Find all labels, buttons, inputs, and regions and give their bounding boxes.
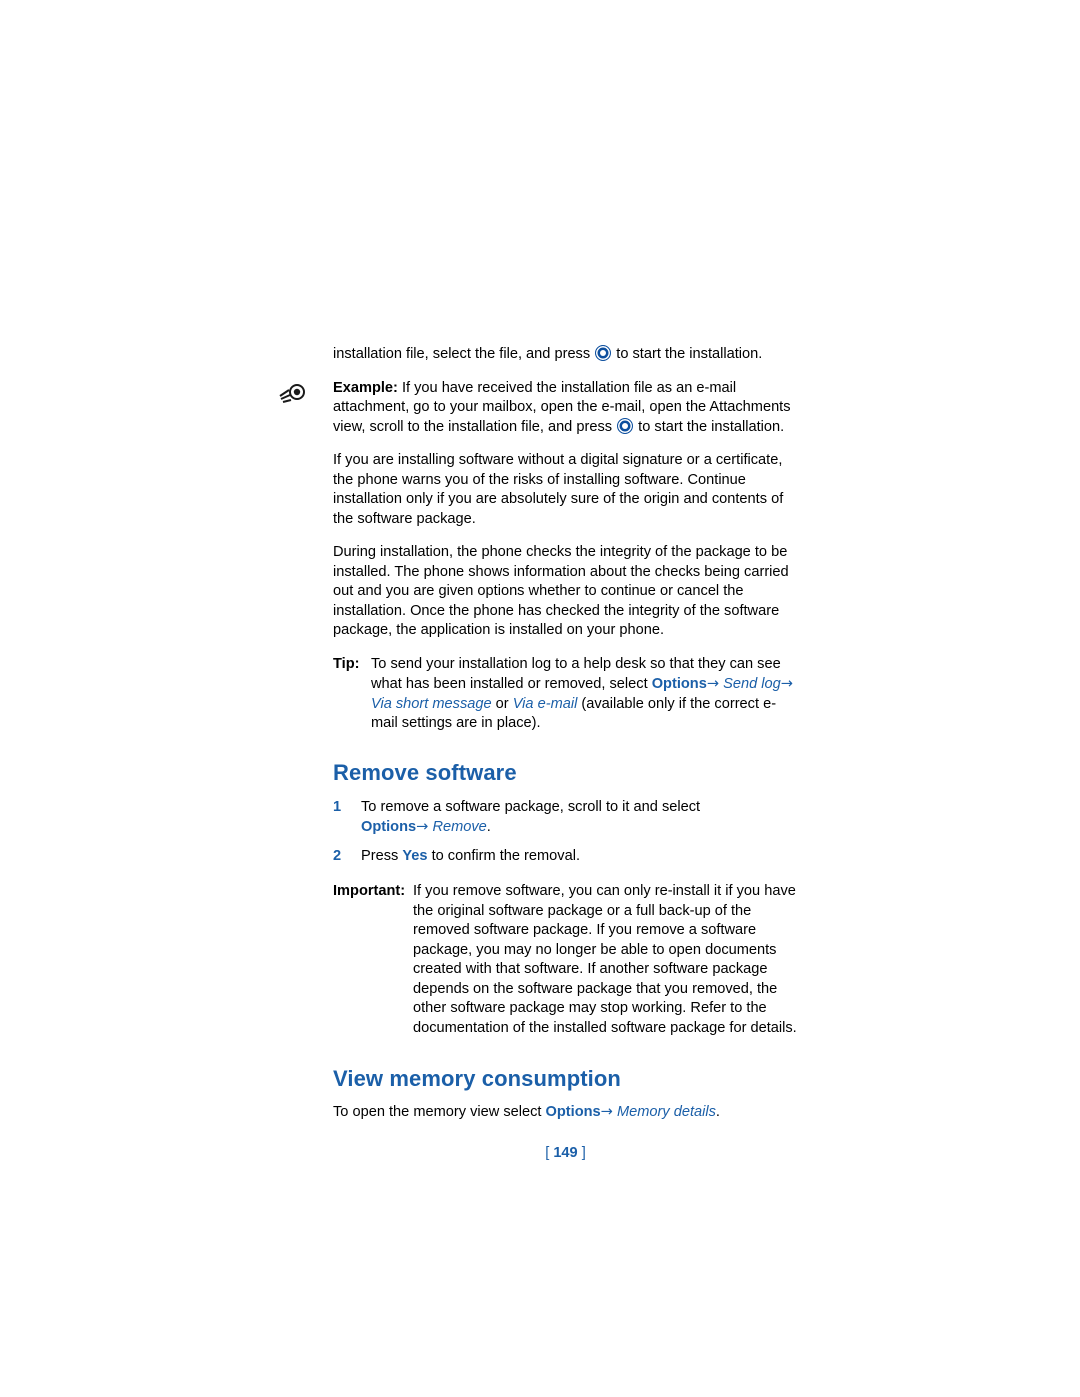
page-number-value: 149 (553, 1144, 578, 1161)
manual-page: installation file, select the file, and … (0, 0, 1080, 1397)
memory-text-before: To open the memory view select (333, 1104, 546, 1120)
memory-paragraph: To open the memory view select Options→ … (278, 1102, 798, 1123)
memory-details-label: Memory details (616, 1104, 716, 1120)
bracket-close: ] (581, 1144, 586, 1161)
memory-options-label: Options (545, 1104, 601, 1120)
step1-text-before: To remove a software package, scroll to … (361, 798, 701, 815)
intro-text-after: to start the installation. (616, 346, 763, 362)
memory-text-after: . (715, 1104, 720, 1120)
tip-via-short-message-label: Via short message (371, 695, 492, 712)
navigation-key-icon (617, 417, 634, 434)
step1-text-after: . (486, 819, 491, 835)
tip-send-log-label: Send log (723, 676, 781, 692)
bracket-open: [ (545, 1144, 550, 1161)
integrity-paragraph: During installation, the phone checks th… (333, 544, 789, 638)
tip-block: Tip: To send your installation log to a … (278, 655, 798, 734)
tip-or: or (491, 695, 513, 712)
tip-options-label: Options (651, 676, 707, 692)
step1-remove-label: Remove (432, 819, 487, 835)
list-item: 2 Press Yes to confirm the removal. (278, 847, 798, 867)
step2-yes-key-label: Yes (402, 847, 428, 864)
example-label: Example: (333, 379, 398, 396)
arrow-icon: → (600, 1103, 613, 1120)
tip-via-email-label: Via e-mail (512, 695, 578, 712)
step2-text-before: Press (361, 847, 403, 864)
step2-text-after: to confirm the removal. (427, 847, 581, 864)
navigation-key-icon (595, 345, 612, 361)
page-number: [ 149 ] (278, 1145, 798, 1161)
tip-label: Tip: (333, 655, 360, 672)
example-text-2: to start the installation. (638, 418, 785, 435)
tip-text: To send your installation log to a help … (333, 655, 798, 734)
step-text: To remove a software package, scroll to … (333, 798, 798, 838)
heading-remove-software: Remove software (333, 759, 517, 785)
step-number: 2 (333, 847, 342, 864)
intro-text-before: installation file, select the file, and … (333, 346, 591, 362)
page-content: installation file, select the file, and … (278, 345, 798, 1161)
important-label: Important: (333, 883, 406, 899)
example-block: Example: If you have received the instal… (278, 379, 798, 438)
lightbulb-tip-icon (279, 383, 305, 403)
arrow-icon: → (706, 675, 720, 692)
step-text: Press Yes to confirm the removal. (333, 847, 798, 867)
important-text: If you remove software, you can only re-… (413, 883, 797, 1036)
warning-paragraph: If you are installing software without a… (333, 452, 784, 527)
arrow-icon: → (416, 818, 429, 835)
step-number: 1 (333, 798, 342, 815)
important-block: Important: If you remove software, you c… (278, 882, 798, 1038)
tip-text-1: To send your installation log to a help … (371, 655, 781, 693)
heading-view-memory-consumption: View memory consumption (333, 1066, 621, 1091)
list-item: 1 To remove a software package, scroll t… (278, 798, 798, 838)
arrow-icon: → (780, 675, 793, 692)
intro-paragraph: installation file, select the file, and … (278, 345, 798, 365)
step1-options-label: Options (361, 819, 417, 835)
